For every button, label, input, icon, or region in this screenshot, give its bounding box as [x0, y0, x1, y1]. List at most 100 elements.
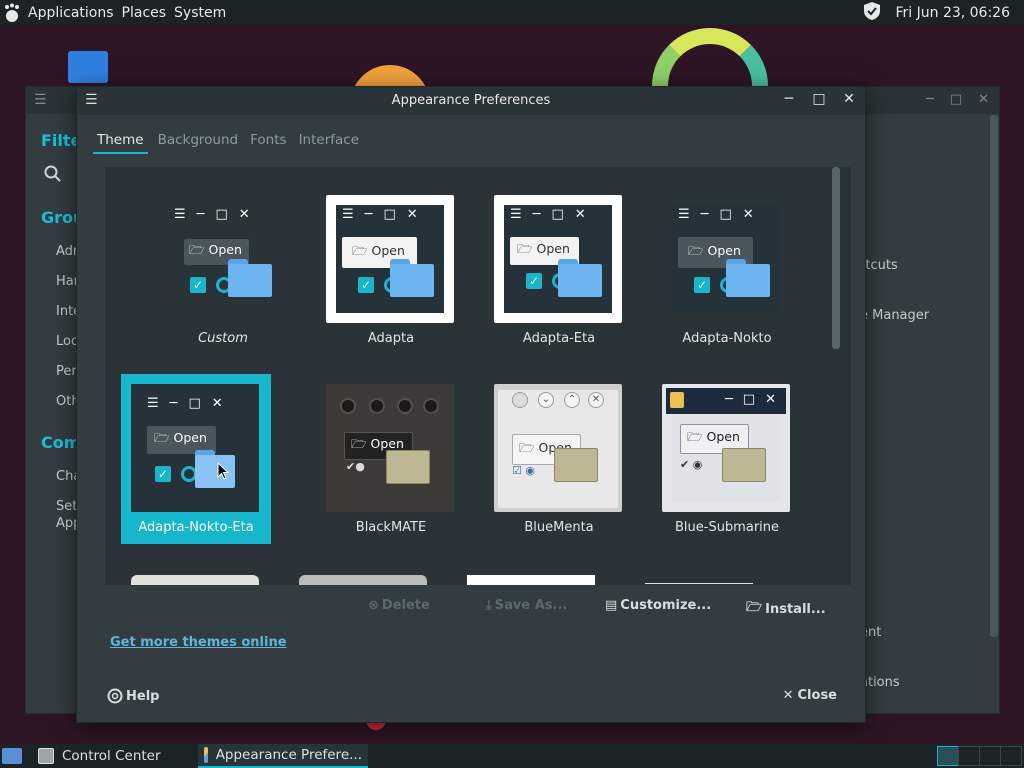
- theme-name: Adapta-Nokto-Eta: [138, 520, 254, 535]
- theme-tile-adapta-nokto-eta[interactable]: ☰ ─ □ ✕ 🗁 Open ✓ Adapta-Nokto-Eta: [121, 374, 271, 544]
- filter-heading: Filte: [41, 131, 81, 150]
- preview-checkbox: ✓: [190, 277, 206, 293]
- folder-icon: [722, 448, 766, 482]
- appearance-icon: [204, 747, 208, 763]
- places-menu[interactable]: Places: [118, 5, 171, 21]
- theme-preview: 🗁 Open ✔●: [326, 384, 454, 512]
- delete-button[interactable]: ⊗ Delete: [368, 598, 430, 613]
- window-menu-icon[interactable]: ☰: [34, 92, 47, 108]
- workspace-3[interactable]: [979, 746, 1001, 766]
- tab-theme[interactable]: Theme: [93, 131, 148, 154]
- delete-icon: ⊗: [368, 598, 379, 613]
- preview-checkbox: ✓: [526, 273, 542, 289]
- document-icon: ▤: [605, 598, 618, 613]
- taskbar-item-appearance[interactable]: Appearance Prefere...: [198, 744, 368, 768]
- folder-icon: [390, 259, 434, 297]
- cc-item-manager[interactable]: e Manager: [860, 308, 929, 323]
- appearance-preferences-dialog: ☰ Appearance Preferences ─ □ ✕ Theme Bac…: [76, 86, 866, 723]
- preview-window-controls: ☰ ─ □ ✕: [510, 207, 586, 222]
- dialog-titlebar[interactable]: ☰ Appearance Preferences ─ □ ✕: [77, 87, 865, 115]
- close-icon[interactable]: ✕: [978, 92, 989, 107]
- preview-checkbox: ✓: [358, 277, 374, 293]
- maximize-icon[interactable]: □: [950, 92, 962, 107]
- mouse-cursor-icon: [217, 462, 229, 480]
- sidebar-item-personal[interactable]: Per: [56, 363, 77, 380]
- system-menu[interactable]: System: [170, 5, 230, 21]
- clock[interactable]: Fri Jun 23, 06:26: [895, 5, 1010, 21]
- preview-window-controls: ☰ ─ □ ✕: [678, 207, 754, 222]
- theme-preview: ☰ ─ □ ✕ 🗁 Open ✓: [131, 384, 259, 512]
- show-desktop-button[interactable]: [2, 744, 22, 768]
- search-icon[interactable]: [44, 165, 62, 187]
- maximize-icon[interactable]: □: [811, 91, 827, 107]
- folder-icon: [558, 259, 602, 297]
- theme-preview: ☰ ─ □ ✕ 🗁 Open ✓: [158, 195, 286, 323]
- preview-window-controls: ☰ ─ □ ✕: [342, 207, 418, 222]
- control-center-scrollbar[interactable]: [990, 115, 998, 637]
- workspace-2[interactable]: [958, 746, 980, 766]
- theme-tile-partial[interactable]: [467, 575, 595, 585]
- save-as-button[interactable]: ⤓ Save As...: [486, 598, 567, 613]
- preview-checkbox: ✓: [155, 466, 171, 482]
- theme-tile-adapta-nokto[interactable]: ☰ ─ □ ✕ 🗁 Open ✓ Adapta-Nokto: [652, 195, 802, 365]
- theme-tile-blue-submarine[interactable]: ─ □ ✕ 🗁 Open ✔ ◉ Blue-Submarine: [652, 384, 802, 554]
- theme-grid-scrollbar[interactable]: [832, 167, 840, 349]
- theme-tile-partial[interactable]: [299, 575, 427, 585]
- top-panel: Applications Places System Fri Jun 23, 0…: [0, 0, 1024, 25]
- preview-checkbox: ✓: [694, 277, 710, 293]
- theme-name: Adapta-Nokto: [682, 331, 772, 346]
- close-button[interactable]: ✕ Close: [783, 688, 837, 703]
- theme-preview: ─ □ ✕ 🗁 Open ✔ ◉: [662, 384, 790, 512]
- bottom-panel: Control Center Appearance Prefere...: [0, 744, 1024, 768]
- help-button[interactable]: Help: [107, 688, 159, 704]
- theme-tile-bluementa[interactable]: ⌄ ⌃ ✕ 🗁 Open ☑ ◉ BlueMenta: [484, 384, 634, 554]
- folder-icon: [228, 259, 272, 297]
- theme-name: Blue-Submarine: [674, 520, 780, 535]
- theme-tile-partial[interactable]: [131, 575, 259, 585]
- theme-name: BlackMATE: [355, 520, 427, 535]
- theme-preview: ⌄ ⌃ ✕ 🗁 Open ☑ ◉: [494, 384, 622, 512]
- action-bar: ⊗ Delete ⤓ Save As... ▤ Customize... 🗁 Insta…: [77, 598, 865, 618]
- theme-preview: ☰ ─ □ ✕ 🗁 Open ✓: [494, 195, 622, 323]
- get-more-themes-link[interactable]: Get more themes online: [110, 635, 287, 650]
- folder-open-icon: 🗁: [746, 600, 763, 615]
- theme-name: BlueMenta: [524, 520, 594, 535]
- customize-button[interactable]: ▤ Customize...: [605, 598, 711, 613]
- tab-fonts[interactable]: Fonts: [248, 131, 288, 154]
- desktop-folder-icon[interactable]: [68, 51, 108, 83]
- tab-bar: Theme Background Fonts Interface: [93, 131, 361, 154]
- app-icon: [670, 392, 684, 408]
- folder-icon: [726, 259, 770, 297]
- gnome-foot-icon[interactable]: [0, 0, 24, 25]
- minimize-icon[interactable]: ─: [926, 92, 934, 107]
- tab-interface[interactable]: Interface: [297, 131, 361, 154]
- show-desktop-icon: [2, 748, 22, 764]
- applications-menu[interactable]: Applications: [24, 5, 118, 21]
- shield-icon[interactable]: [863, 1, 881, 25]
- minimize-icon[interactable]: ─: [781, 91, 797, 107]
- theme-name: Custom: [198, 331, 248, 346]
- theme-preview: ☰ ─ □ ✕ 🗁 Open ✓: [326, 195, 454, 323]
- theme-tile-adapta-eta[interactable]: ☰ ─ □ ✕ 🗁 Open ✓ Adapta-Eta: [484, 195, 634, 365]
- preview-window-controls: ☰ ─ □ ✕: [147, 396, 223, 411]
- theme-tile-blackmate[interactable]: 🗁 Open ✔● BlackMATE: [316, 384, 466, 554]
- taskbar-item-control-center[interactable]: Control Center: [38, 744, 161, 768]
- control-center-icon: [38, 748, 54, 764]
- folder-icon: [195, 450, 235, 488]
- theme-name: Adapta: [367, 331, 415, 346]
- preview-window-controls: ─ □ ✕: [724, 392, 776, 407]
- close-icon: ✕: [782, 688, 794, 703]
- groups-heading: Grou: [41, 208, 81, 227]
- theme-tile-adapta[interactable]: ☰ ─ □ ✕ 🗁 Open ✓ Adapta: [316, 195, 466, 365]
- theme-tile-partial[interactable]: [645, 583, 753, 584]
- theme-name: Adapta-Eta: [522, 331, 596, 346]
- task-set-preferred-apps[interactable]: Set: [56, 498, 77, 515]
- workspace-1[interactable]: [937, 746, 959, 766]
- tab-background[interactable]: Background: [156, 131, 241, 154]
- workspace-4[interactable]: [1000, 746, 1022, 766]
- control-center-sidebar: Filte Grou Adm Har Inte Loo Per Oth Comm…: [26, 114, 81, 714]
- close-icon[interactable]: ✕: [841, 91, 857, 107]
- install-button[interactable]: 🗁 Install...: [746, 598, 826, 620]
- help-lifebuoy-icon: [107, 688, 123, 704]
- theme-tile-custom[interactable]: ☰ ─ □ ✕ 🗁 Open ✓ Custom: [148, 195, 298, 365]
